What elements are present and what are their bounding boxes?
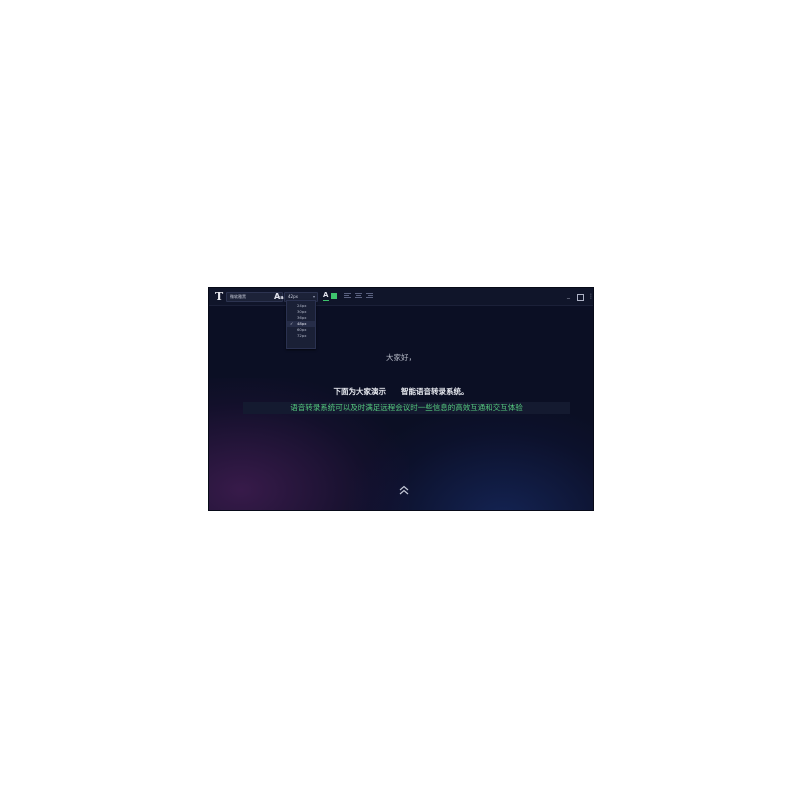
background-glow-blue (349, 408, 593, 510)
font-size-value: 42px (288, 294, 298, 299)
caption-line-2: 下面为大家演示 智能语音转录系统。 (333, 387, 469, 396)
text-tool-icon[interactable]: T (215, 290, 223, 303)
caption-line-3-current: 语音转录系统可以及时满足远程会议时一些信息的高效互通和交互体验 (243, 402, 570, 414)
align-right-icon[interactable] (366, 293, 373, 300)
minimize-button[interactable]: _ (567, 292, 570, 299)
font-size-dropdown: 24px 30px 36px ✓ 48px 60px 72px (286, 300, 316, 349)
more-menu-button[interactable]: ⋮ (588, 293, 593, 300)
align-left-icon[interactable] (344, 293, 351, 300)
toolbar: T 微软雅黑 ▾ Aa 42px ▾ A _ ⋮ (209, 288, 593, 306)
text-color-swatch[interactable] (331, 293, 337, 299)
double-chevron-up-icon[interactable] (398, 484, 410, 496)
align-center-icon[interactable] (355, 293, 362, 300)
text-color-icon[interactable]: A (323, 291, 330, 301)
font-size-option[interactable]: 72px (287, 333, 315, 339)
font-size-icon: Aa (274, 292, 284, 301)
font-family-value: 微软雅黑 (230, 294, 246, 299)
maximize-button[interactable] (577, 294, 584, 301)
caption-line-1: 大家好， (386, 353, 416, 362)
caption-window: T 微软雅黑 ▾ Aa 42px ▾ A _ ⋮ 24px 30px 36px … (209, 288, 593, 510)
